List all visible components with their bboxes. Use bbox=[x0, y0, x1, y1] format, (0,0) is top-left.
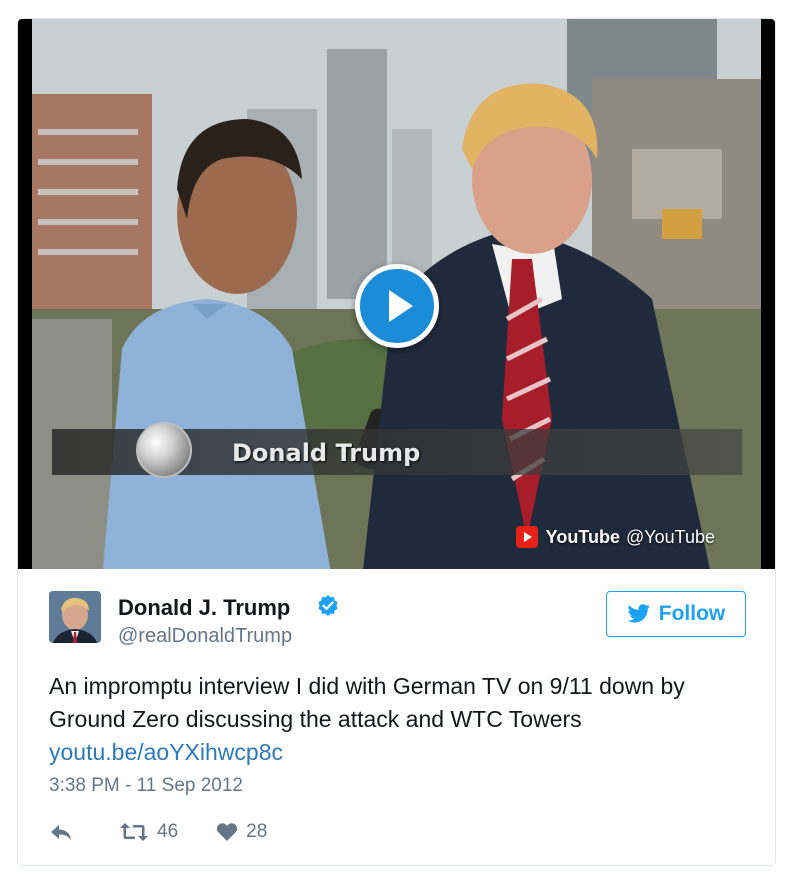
video-player[interactable]: Donald Trump YouTube @YouTube bbox=[18, 19, 775, 569]
tweet-actions: 46 28 bbox=[49, 817, 305, 847]
twitter-bird-icon bbox=[627, 604, 650, 623]
play-button[interactable] bbox=[355, 264, 439, 348]
follow-button[interactable]: Follow bbox=[606, 591, 746, 637]
youtube-handle: @YouTube bbox=[625, 526, 715, 547]
tweet-timestamp[interactable]: 3:38 PM - 11 Sep 2012 bbox=[49, 775, 243, 797]
retweet-count: 46 bbox=[157, 821, 179, 842]
tweet-text: An impromptu interview I did with German… bbox=[49, 673, 685, 732]
avatar[interactable] bbox=[49, 591, 101, 643]
reply-icon bbox=[51, 825, 71, 840]
caption-badge bbox=[136, 422, 192, 478]
heart-icon bbox=[216, 823, 238, 841]
retweet-button[interactable]: 46 bbox=[119, 821, 178, 843]
reply-button[interactable] bbox=[49, 822, 81, 842]
author-handle[interactable]: @realDonaldTrump bbox=[118, 625, 292, 648]
like-count: 28 bbox=[246, 821, 268, 842]
tweet-text-block: An impromptu interview I did with German… bbox=[49, 670, 749, 769]
youtube-watermark[interactable]: YouTube @YouTube bbox=[515, 524, 715, 550]
follow-label: Follow bbox=[658, 602, 726, 625]
tweet-link[interactable]: youtu.be/aoYXihwcp8c bbox=[49, 736, 749, 769]
retweet-icon bbox=[120, 823, 148, 841]
play-icon bbox=[389, 290, 413, 322]
youtube-icon bbox=[515, 526, 538, 548]
like-button[interactable]: 28 bbox=[216, 821, 267, 843]
youtube-brand: YouTube bbox=[545, 526, 620, 547]
caption-name: Donald Trump bbox=[232, 439, 421, 467]
verified-badge-icon bbox=[318, 595, 338, 616]
author-name[interactable]: Donald J. Trump bbox=[118, 595, 290, 621]
embedded-tweet-card: Donald Trump YouTube @YouTube Donald J. … bbox=[17, 18, 776, 866]
